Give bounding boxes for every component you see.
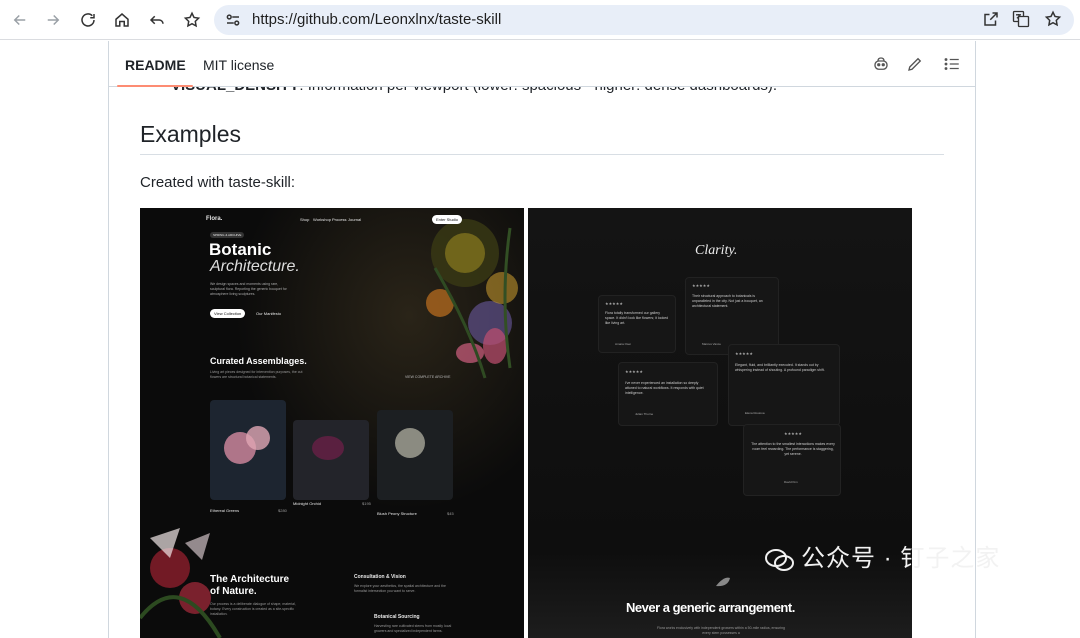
site-settings-icon[interactable]	[224, 11, 242, 29]
translate-icon[interactable]	[1010, 8, 1032, 30]
flora-section-sub: Living art pieces designed for intervent…	[210, 370, 303, 379]
testimonial-author: Julian Thorne	[635, 412, 654, 416]
testimonial-stars: ★★★★★	[735, 351, 753, 356]
flora-title-1: Botanic	[209, 240, 272, 259]
testimonial-stars: ★★★★★	[605, 301, 623, 306]
flora-brand: Flora.	[206, 216, 223, 222]
flora-bouquet-illustration	[140, 208, 524, 638]
flora-service-1: Consultation & Vision	[354, 574, 406, 580]
flora-cta-button[interactable]: Enter Studio	[432, 215, 463, 224]
flora-nav-process[interactable]: Process	[332, 217, 346, 222]
flora-bottom-title-1: The Architecture	[210, 574, 290, 585]
flora-nav-journal[interactable]: Journal	[348, 217, 361, 222]
undo-icon[interactable]	[145, 8, 169, 32]
forward-icon[interactable]	[41, 8, 65, 32]
copilot-icon[interactable]	[872, 55, 890, 73]
flora-product-price-3: $45	[447, 511, 454, 516]
testimonial-author: David Kim	[784, 480, 798, 484]
flora-manifesto-link[interactable]: Our Manifesto	[256, 311, 281, 316]
flora-service-2: Botanical Sourcing	[374, 614, 420, 620]
example-screenshot-clarity[interactable]: Clarity. ★★★★★ Flora totally transformed…	[528, 208, 912, 638]
heading-divider	[140, 154, 944, 155]
flora-product-price-1: $280	[278, 508, 287, 513]
flora-view-all-link[interactable]: VIEW COMPLETE ARCHIVE	[405, 375, 451, 379]
testimonial-card-3: ★★★★★ Elegant, fluid, and brilliantly ex…	[728, 344, 840, 426]
url-text[interactable]: https://github.com/Leonxlnx/taste-skill	[252, 11, 501, 28]
wechat-icon	[765, 548, 795, 571]
reload-icon[interactable]	[76, 8, 100, 32]
testimonial-stars: ★★★★★	[784, 431, 802, 436]
home-icon[interactable]	[110, 8, 134, 32]
flora-service-1-sub: We explore your aesthetics, the spatial …	[354, 584, 446, 593]
examples-heading: Examples	[140, 121, 241, 147]
flora-title-2: Architecture.	[210, 258, 300, 275]
flora-nav-shop[interactable]: Shop	[300, 217, 309, 222]
testimonial-author: Amara Osei	[615, 342, 631, 346]
testimonial-text: Their structural approach to botanicals …	[692, 294, 763, 308]
testimonial-card-5: ★★★★★ The attention to the smallest inte…	[743, 424, 841, 496]
clarity-title: Clarity.	[695, 243, 738, 258]
flora-bottom-sub: Our process is a deliberate dialogue of …	[210, 602, 296, 616]
browser-toolbar: https://github.com/Leonxlnx/taste-skill	[0, 0, 1080, 40]
testimonial-author: Elena Rostova	[745, 411, 765, 415]
tab-readme[interactable]: README	[125, 57, 186, 73]
back-icon[interactable]	[8, 8, 32, 32]
flora-product-name-3: Blush Peony Structure	[377, 511, 417, 516]
clarity-bottom-sub: Flora works exclusively with independent…	[656, 626, 785, 635]
flora-badge: SPRING & ARCHIVE	[210, 232, 245, 238]
flora-service-2-sub: Harvesting rare cultivated stems from mo…	[374, 624, 452, 633]
testimonial-stars: ★★★★★	[625, 369, 643, 374]
clarity-bottom-title: Never a generic arrangement.	[626, 600, 795, 615]
clarity-background	[528, 208, 912, 638]
tab-mit-license[interactable]: MIT license	[203, 57, 274, 73]
flora-view-collection-button[interactable]: View Collection	[210, 309, 246, 318]
readme-tabs: README MIT license	[109, 41, 975, 87]
testimonial-card-4: ★★★★★ I've never experienced an installa…	[618, 362, 718, 426]
testimonial-text: Elegant, fluid, and brilliantly executed…	[735, 363, 825, 372]
testimonial-stars: ★★★★★	[692, 283, 710, 288]
bookmark-star-icon[interactable]	[180, 8, 204, 32]
example-screenshot-flora[interactable]: Flora. Shop Workshop Process Journal Ent…	[140, 208, 524, 638]
star-icon[interactable]	[1042, 8, 1064, 30]
edit-pencil-icon[interactable]	[906, 55, 924, 73]
outline-list-icon[interactable]	[943, 55, 961, 73]
testimonial-card-1: ★★★★★ Flora totally transformed our gall…	[598, 295, 676, 353]
active-tab-indicator	[117, 85, 193, 87]
address-bar[interactable]: https://github.com/Leonxlnx/taste-skill	[214, 5, 1074, 35]
created-with-text: Created with taste-skill:	[140, 174, 296, 191]
testimonial-text: The attention to the smallest interactio…	[751, 442, 835, 456]
flora-section-title: Curated Assemblages.	[210, 356, 307, 366]
watermark-text: 公众号 · 钉子之家	[801, 545, 1001, 572]
flora-product-price-2: $195	[362, 501, 371, 506]
testimonial-author: Marcus Vance	[702, 342, 721, 346]
testimonial-text: Flora totally transformed our gallery sp…	[605, 311, 669, 325]
flora-blurb: We design spaces and moments using rare,…	[210, 282, 287, 296]
flora-product-name-1: Ethereal Greens	[210, 508, 240, 513]
flora-bottom-title-2: of Nature.	[210, 586, 257, 597]
flora-nav-workshop[interactable]: Workshop	[313, 217, 331, 222]
open-external-icon[interactable]	[980, 8, 1002, 30]
watermark-overlay: 公众号 · 钉子之家	[765, 538, 1000, 573]
testimonial-text: I've never experienced an installation s…	[625, 381, 704, 395]
flora-product-name-2: Midnight Orchid	[293, 501, 322, 506]
